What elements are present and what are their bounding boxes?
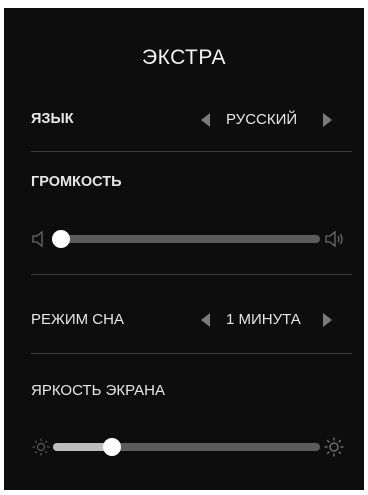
volume-label: ГРОМКОСТЬ — [31, 174, 122, 190]
sun-bright-icon — [324, 437, 344, 457]
language-row: ЯЗЫК РУССКИЙ — [31, 111, 337, 131]
page-title: ЭКСТРА — [142, 46, 226, 69]
sleep-mode-next-icon[interactable] — [323, 313, 332, 327]
brightness-knob[interactable] — [102, 438, 121, 456]
brightness-label: ЯРКОСТЬ ЭКРАНА — [31, 382, 165, 399]
language-value: РУССКИЙ — [226, 111, 298, 128]
divider — [31, 274, 352, 275]
language-prev-icon[interactable] — [201, 113, 210, 127]
sleep-mode-prev-icon[interactable] — [201, 313, 210, 327]
brightness-track — [53, 438, 320, 456]
settings-panel: ЭКСТРА ЯЗЫК РУССКИЙ ГРОМКОСТЬ РЕЖИМ СНА … — [4, 8, 364, 490]
volume-knob[interactable] — [52, 230, 70, 248]
sleep-mode-label: РЕЖИМ СНА — [31, 311, 124, 328]
volume-track — [52, 230, 320, 248]
language-label: ЯЗЫК — [31, 111, 74, 127]
sleep-mode-value: 1 МИНУТА — [226, 311, 301, 328]
speaker-loud-icon — [325, 230, 343, 248]
sun-dim-icon — [32, 438, 50, 456]
brightness-row: ЯРКОСТЬ ЭКРАНА — [31, 382, 337, 402]
divider — [31, 151, 352, 152]
divider — [31, 353, 352, 354]
brightness-slider[interactable] — [31, 437, 344, 457]
language-next-icon[interactable] — [323, 113, 332, 127]
volume-row: ГРОМКОСТЬ — [31, 174, 337, 194]
speaker-mute-icon — [32, 230, 43, 248]
volume-slider[interactable] — [31, 229, 344, 249]
sleep-mode-row: РЕЖИМ СНА 1 МИНУТА — [31, 311, 337, 331]
